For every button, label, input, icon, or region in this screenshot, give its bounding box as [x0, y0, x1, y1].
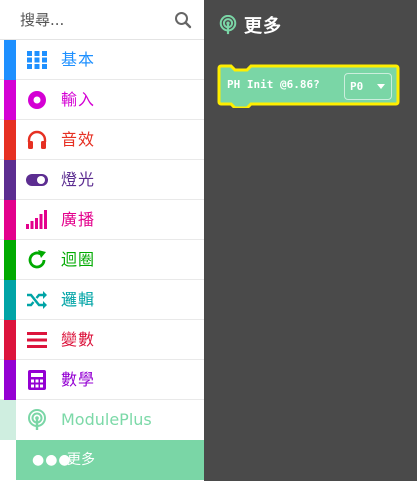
headphones-icon	[26, 129, 48, 151]
category-label: 廣播	[61, 210, 96, 229]
toggle-icon	[26, 169, 48, 191]
ph-init-block[interactable]: PH Init @6.86? P0	[217, 64, 400, 108]
caret-down-icon	[377, 84, 385, 89]
search-input[interactable]	[20, 6, 170, 34]
pin-dropdown[interactable]: P0	[344, 73, 392, 100]
category-color-stripe	[4, 120, 16, 160]
flyout-title: 更多	[244, 16, 282, 37]
search-bar	[0, 0, 204, 40]
signal-bars-icon	[26, 209, 48, 231]
category-label: ModulePlus	[61, 410, 152, 429]
category-color-stripe	[4, 360, 16, 400]
calculator-icon	[26, 369, 48, 391]
radio-tower-icon	[26, 409, 48, 431]
category-radio[interactable]: 廣播	[0, 200, 204, 240]
category-color-stripe	[0, 400, 16, 440]
category-label: 燈光	[61, 170, 96, 189]
category-label: 變數	[61, 330, 96, 349]
category-label: 更多	[67, 452, 95, 468]
category-label: 基本	[61, 50, 96, 69]
category-color-stripe	[0, 440, 16, 480]
category-color-stripe	[4, 320, 16, 360]
search-icon[interactable]	[174, 11, 192, 29]
category-label: 迴圈	[61, 250, 96, 269]
category-loops[interactable]: 迴圈	[0, 240, 204, 280]
category-list: 基本 輸入 音效 燈光 廣播 迴圈 邏輯 變數 數學	[0, 40, 204, 400]
toolbox: 基本 輸入 音效	[0, 0, 204, 481]
category-color-stripe	[4, 280, 16, 320]
shuffle-icon	[26, 289, 48, 311]
category-led[interactable]: 燈光	[0, 160, 204, 200]
category-math[interactable]: 數學	[0, 360, 204, 400]
category-color-stripe	[4, 160, 16, 200]
category-music[interactable]: 音效	[0, 120, 204, 160]
category-color-stripe	[4, 80, 16, 120]
flyout-panel: 更多 PH Init @6.86? P0	[204, 0, 417, 481]
category-label: 邏輯	[61, 290, 96, 309]
dots-icon: ●●●	[32, 452, 72, 468]
loop-arrow-icon	[26, 249, 48, 271]
category-color-stripe	[4, 40, 16, 80]
category-logic[interactable]: 邏輯	[0, 280, 204, 320]
category-color-stripe	[4, 240, 16, 280]
category-label: 音效	[61, 130, 96, 149]
category-moduleplus[interactable]: ModulePlus	[0, 400, 204, 440]
category-color-stripe	[4, 200, 16, 240]
category-label: 輸入	[61, 90, 96, 109]
category-basic[interactable]: 基本	[0, 40, 204, 80]
category-input[interactable]: 輸入	[0, 80, 204, 120]
category-more[interactable]: ●●● 更多	[0, 440, 204, 480]
radio-tower-icon	[218, 14, 238, 35]
category-label: 數學	[61, 370, 96, 389]
input-circle-icon	[26, 89, 48, 111]
grid-icon	[26, 49, 48, 71]
flyout-header: 更多	[218, 12, 282, 38]
category-variables[interactable]: 變數	[0, 320, 204, 360]
pin-dropdown-value: P0	[350, 80, 364, 93]
block-label: PH Init @6.86?	[227, 78, 320, 91]
list-lines-icon	[26, 329, 48, 351]
